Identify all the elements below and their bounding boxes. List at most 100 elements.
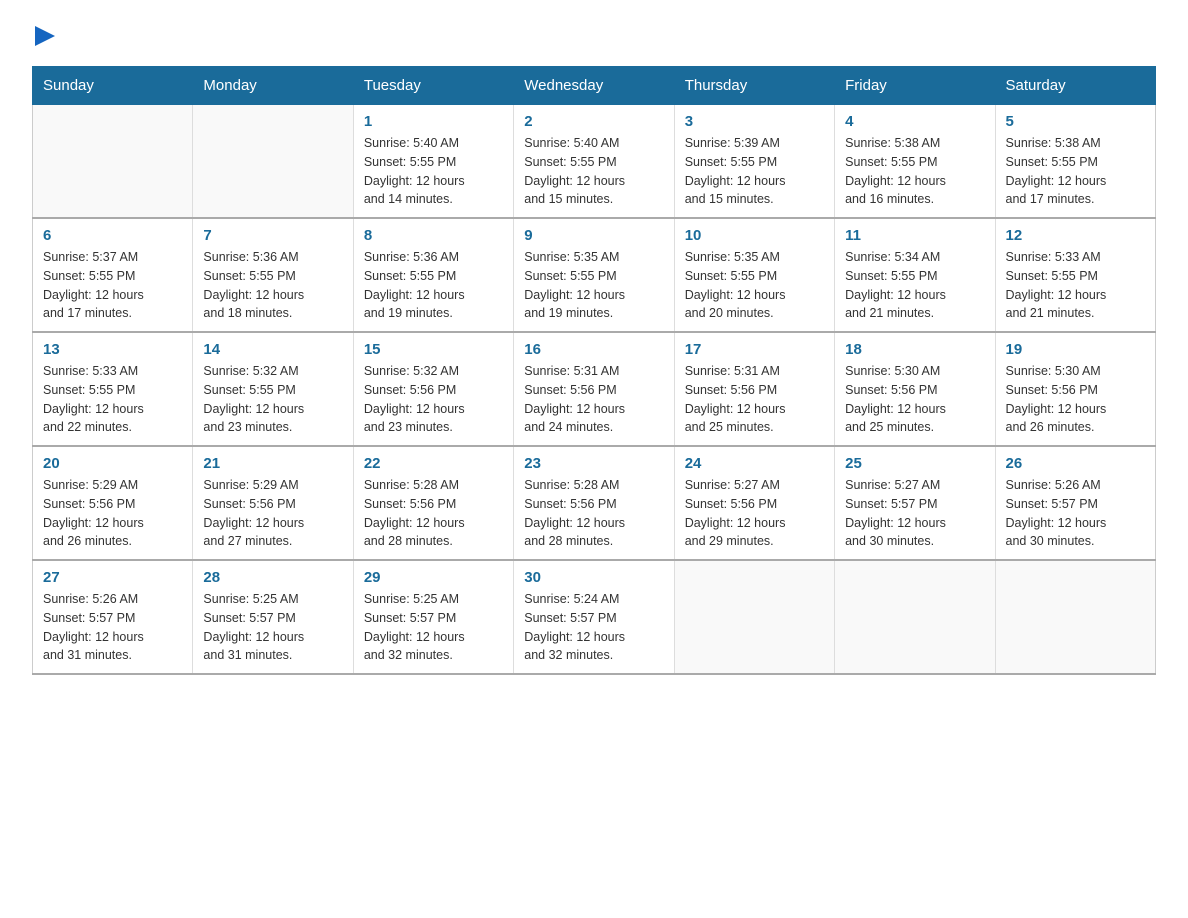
calendar-table: SundayMondayTuesdayWednesdayThursdayFrid… [32,66,1156,675]
day-number: 11 [845,227,984,244]
day-info: Sunrise: 5:37 AM Sunset: 5:55 PM Dayligh… [43,248,182,323]
day-info: Sunrise: 5:26 AM Sunset: 5:57 PM Dayligh… [1006,476,1145,551]
day-info: Sunrise: 5:35 AM Sunset: 5:55 PM Dayligh… [685,248,824,323]
calendar-cell: 11 Sunrise: 5:34 AM Sunset: 5:55 PM Dayli… [835,218,995,332]
day-info: Sunrise: 5:30 AM Sunset: 5:56 PM Dayligh… [1006,362,1145,437]
day-number: 19 [1006,341,1145,358]
day-info: Sunrise: 5:29 AM Sunset: 5:56 PM Dayligh… [203,476,342,551]
header-day-friday: Friday [835,67,995,105]
day-number: 7 [203,227,342,244]
calendar-cell: 26 Sunrise: 5:26 AM Sunset: 5:57 PM Dayli… [995,446,1155,560]
calendar-cell: 27 Sunrise: 5:26 AM Sunset: 5:57 PM Dayli… [33,560,193,674]
calendar-cell: 8 Sunrise: 5:36 AM Sunset: 5:55 PM Daylig… [353,218,513,332]
day-number: 3 [685,113,824,130]
day-info: Sunrise: 5:38 AM Sunset: 5:55 PM Dayligh… [1006,134,1145,209]
day-number: 17 [685,341,824,358]
calendar-cell: 13 Sunrise: 5:33 AM Sunset: 5:55 PM Dayli… [33,332,193,446]
calendar-cell [193,105,353,219]
day-number: 22 [364,455,503,472]
day-info: Sunrise: 5:36 AM Sunset: 5:55 PM Dayligh… [203,248,342,323]
header-day-wednesday: Wednesday [514,67,674,105]
header-day-saturday: Saturday [995,67,1155,105]
day-info: Sunrise: 5:32 AM Sunset: 5:56 PM Dayligh… [364,362,503,437]
calendar-cell: 5 Sunrise: 5:38 AM Sunset: 5:55 PM Daylig… [995,105,1155,219]
calendar-week-row: 1 Sunrise: 5:40 AM Sunset: 5:55 PM Daylig… [33,105,1156,219]
day-number: 8 [364,227,503,244]
day-info: Sunrise: 5:25 AM Sunset: 5:57 PM Dayligh… [203,590,342,665]
day-info: Sunrise: 5:38 AM Sunset: 5:55 PM Dayligh… [845,134,984,209]
day-info: Sunrise: 5:29 AM Sunset: 5:56 PM Dayligh… [43,476,182,551]
calendar-cell: 21 Sunrise: 5:29 AM Sunset: 5:56 PM Dayli… [193,446,353,560]
calendar-cell: 18 Sunrise: 5:30 AM Sunset: 5:56 PM Dayli… [835,332,995,446]
day-number: 21 [203,455,342,472]
logo-flag-icon [35,26,55,54]
day-info: Sunrise: 5:28 AM Sunset: 5:56 PM Dayligh… [364,476,503,551]
calendar-cell: 15 Sunrise: 5:32 AM Sunset: 5:56 PM Dayli… [353,332,513,446]
day-number: 16 [524,341,663,358]
day-number: 29 [364,569,503,586]
calendar-cell: 17 Sunrise: 5:31 AM Sunset: 5:56 PM Dayli… [674,332,834,446]
day-info: Sunrise: 5:26 AM Sunset: 5:57 PM Dayligh… [43,590,182,665]
page-header [32,24,1156,54]
calendar-cell: 4 Sunrise: 5:38 AM Sunset: 5:55 PM Daylig… [835,105,995,219]
header-day-thursday: Thursday [674,67,834,105]
day-number: 14 [203,341,342,358]
calendar-cell: 19 Sunrise: 5:30 AM Sunset: 5:56 PM Dayli… [995,332,1155,446]
calendar-week-row: 6Sunrise: 5:37 AM Sunset: 5:55 PM Daylig… [33,218,1156,332]
day-number: 28 [203,569,342,586]
calendar-header: SundayMondayTuesdayWednesdayThursdayFrid… [33,67,1156,105]
header-day-monday: Monday [193,67,353,105]
day-info: Sunrise: 5:40 AM Sunset: 5:55 PM Dayligh… [524,134,663,209]
calendar-cell: 14 Sunrise: 5:32 AM Sunset: 5:55 PM Dayli… [193,332,353,446]
day-number: 13 [43,341,182,358]
day-number: 23 [524,455,663,472]
day-info: Sunrise: 5:28 AM Sunset: 5:56 PM Dayligh… [524,476,663,551]
calendar-cell: 29 Sunrise: 5:25 AM Sunset: 5:57 PM Dayli… [353,560,513,674]
calendar-body: 1 Sunrise: 5:40 AM Sunset: 5:55 PM Daylig… [33,105,1156,675]
day-info: Sunrise: 5:33 AM Sunset: 5:55 PM Dayligh… [43,362,182,437]
day-info: Sunrise: 5:27 AM Sunset: 5:57 PM Dayligh… [845,476,984,551]
day-number: 10 [685,227,824,244]
day-info: Sunrise: 5:36 AM Sunset: 5:55 PM Dayligh… [364,248,503,323]
day-info: Sunrise: 5:34 AM Sunset: 5:55 PM Dayligh… [845,248,984,323]
day-number: 1 [364,113,503,130]
day-number: 27 [43,569,182,586]
day-number: 5 [1006,113,1145,130]
calendar-cell: 2 Sunrise: 5:40 AM Sunset: 5:55 PM Daylig… [514,105,674,219]
calendar-cell: 1Sunrise: 5:40 AM Sunset: 5:55 PM Daylig… [353,105,513,219]
day-info: Sunrise: 5:24 AM Sunset: 5:57 PM Dayligh… [524,590,663,665]
calendar-cell: 16Sunrise: 5:31 AM Sunset: 5:56 PM Dayli… [514,332,674,446]
day-info: Sunrise: 5:39 AM Sunset: 5:55 PM Dayligh… [685,134,824,209]
calendar-cell [674,560,834,674]
logo [32,24,55,54]
day-number: 9 [524,227,663,244]
day-info: Sunrise: 5:33 AM Sunset: 5:55 PM Dayligh… [1006,248,1145,323]
day-number: 2 [524,113,663,130]
calendar-cell: 30Sunrise: 5:24 AM Sunset: 5:57 PM Dayli… [514,560,674,674]
header-day-sunday: Sunday [33,67,193,105]
calendar-week-row: 27 Sunrise: 5:26 AM Sunset: 5:57 PM Dayli… [33,560,1156,674]
day-info: Sunrise: 5:35 AM Sunset: 5:55 PM Dayligh… [524,248,663,323]
calendar-cell: 3 Sunrise: 5:39 AM Sunset: 5:55 PM Daylig… [674,105,834,219]
day-info: Sunrise: 5:32 AM Sunset: 5:55 PM Dayligh… [203,362,342,437]
calendar-cell: 6Sunrise: 5:37 AM Sunset: 5:55 PM Daylig… [33,218,193,332]
header-row: SundayMondayTuesdayWednesdayThursdayFrid… [33,67,1156,105]
calendar-cell: 7 Sunrise: 5:36 AM Sunset: 5:55 PM Daylig… [193,218,353,332]
day-number: 18 [845,341,984,358]
day-info: Sunrise: 5:31 AM Sunset: 5:56 PM Dayligh… [685,362,824,437]
day-number: 25 [845,455,984,472]
day-info: Sunrise: 5:25 AM Sunset: 5:57 PM Dayligh… [364,590,503,665]
header-day-tuesday: Tuesday [353,67,513,105]
day-number: 12 [1006,227,1145,244]
day-number: 15 [364,341,503,358]
day-number: 4 [845,113,984,130]
day-info: Sunrise: 5:27 AM Sunset: 5:56 PM Dayligh… [685,476,824,551]
calendar-cell: 12 Sunrise: 5:33 AM Sunset: 5:55 PM Dayli… [995,218,1155,332]
calendar-cell: 20Sunrise: 5:29 AM Sunset: 5:56 PM Dayli… [33,446,193,560]
calendar-cell: 24Sunrise: 5:27 AM Sunset: 5:56 PM Dayli… [674,446,834,560]
calendar-cell [835,560,995,674]
day-info: Sunrise: 5:30 AM Sunset: 5:56 PM Dayligh… [845,362,984,437]
calendar-week-row: 13 Sunrise: 5:33 AM Sunset: 5:55 PM Dayli… [33,332,1156,446]
calendar-cell [33,105,193,219]
day-number: 26 [1006,455,1145,472]
